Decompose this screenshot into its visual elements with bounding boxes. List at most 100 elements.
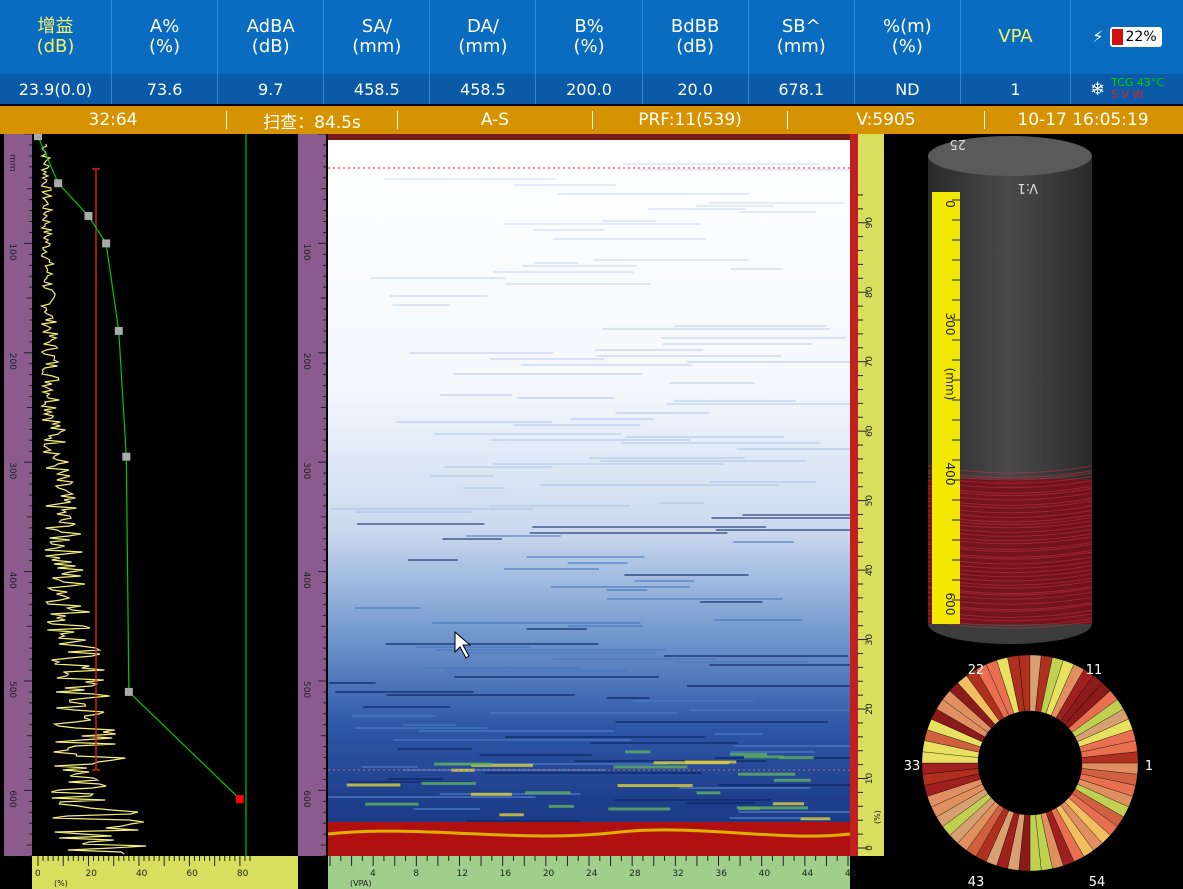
vpa-tick-label: 12 xyxy=(457,869,468,879)
ring-label-33: 33 xyxy=(904,759,921,774)
s-scan-streak xyxy=(673,661,808,663)
s-scan-echo xyxy=(653,761,730,765)
parameter-header: 增益 (dB) A% (%) AdBA (dB) SA/(mm) DA/(mm) B% (%) Bd… xyxy=(0,0,1183,74)
cylinder-view-label: V:1 xyxy=(1018,180,1038,195)
s-scan-echo xyxy=(524,791,571,795)
header-column-6[interactable]: BdBB (dB) xyxy=(643,0,749,74)
s-scan-streak xyxy=(413,808,481,810)
s-scan-streak xyxy=(594,349,704,351)
header-column-name: %(m) xyxy=(883,16,932,37)
tcg-point[interactable] xyxy=(122,452,131,461)
s-scan-streak xyxy=(633,700,754,702)
header-column-name: A% xyxy=(149,16,180,37)
s-scan-streak xyxy=(490,358,605,360)
s-scan-echo xyxy=(625,750,651,754)
s-scan-echo xyxy=(548,804,574,808)
ring-label-22: 22 xyxy=(968,663,985,678)
header-value-3: 458.5 xyxy=(324,74,431,104)
s-scan-streak xyxy=(329,508,534,510)
ring-hole xyxy=(978,711,1082,815)
snowflake-icon: ❄ xyxy=(1089,78,1106,100)
header-column-1[interactable]: A% (%) xyxy=(112,0,219,74)
s-scan-streak xyxy=(489,439,691,441)
header-column-0[interactable]: 增益 (dB) xyxy=(0,0,113,74)
vpa-unit-label: (VPA) xyxy=(350,879,372,888)
s-scan-echo xyxy=(730,752,768,756)
s-scan-streak xyxy=(593,259,749,261)
s-scan-streak xyxy=(730,268,783,270)
header-column-name: SA/ xyxy=(361,16,392,37)
s-scan-streak xyxy=(623,163,820,165)
pct-tick-label: 90 xyxy=(865,217,875,229)
header-column-4[interactable]: DA/(mm) xyxy=(430,0,537,74)
tcg-point[interactable] xyxy=(102,239,111,248)
cylinder-ruler-label: 400 xyxy=(943,463,957,486)
cylinder-ruler-label: 600 xyxy=(943,593,957,616)
tcg-point[interactable] xyxy=(235,795,244,804)
header-column-name: B% xyxy=(574,16,604,37)
depth-unit-label: mm xyxy=(7,154,17,172)
s-scan-streak xyxy=(526,628,587,630)
header-column-8[interactable]: %(m) (%) xyxy=(855,0,961,74)
s-scan-streak xyxy=(533,229,605,231)
s-scan-streak xyxy=(370,277,505,279)
pct-tick-label: 70 xyxy=(865,356,875,368)
header-column-unit: (%) xyxy=(891,36,923,57)
s-scan-echo xyxy=(696,791,721,795)
s-scan-streak xyxy=(733,745,850,747)
depth-tick-label: 300 xyxy=(7,462,17,479)
header-value-0: 23.9(0.0) xyxy=(0,74,113,104)
tcg-status: ❄ TCG 43°C S V W xyxy=(1071,74,1183,104)
s-scan-streak xyxy=(526,556,645,558)
pct-tick-label: 80 xyxy=(865,286,875,298)
tcg-point[interactable] xyxy=(114,326,123,335)
s-scan-streak xyxy=(521,364,692,366)
color-scale-bar xyxy=(850,134,858,856)
vpa-tick-label: 16 xyxy=(500,869,512,879)
pct-tick-label: 40 xyxy=(865,564,875,576)
header-value-9: 1 xyxy=(961,74,1071,104)
s-scan-streak xyxy=(422,667,580,669)
header-column-5[interactable]: B% (%) xyxy=(536,0,643,74)
s-scan-streak xyxy=(408,559,458,561)
s-scan-streak xyxy=(489,505,631,507)
tcg-point[interactable] xyxy=(34,134,42,141)
s-scan-streak xyxy=(505,736,705,738)
header-column-name: VPA xyxy=(998,26,1033,47)
cylinder-view: 25 V:1 0 300 (mm) 400 600 xyxy=(927,136,1093,644)
s-scan-streak xyxy=(689,709,850,711)
depth-tick-label: 300 xyxy=(301,462,311,479)
s-scan-echo xyxy=(800,817,831,821)
tcg-point[interactable] xyxy=(54,179,63,188)
display-area: 100200300400500600mm 100200300400500600 … xyxy=(4,134,1153,889)
s-scan-streak xyxy=(355,511,472,513)
s-scan-streak xyxy=(742,514,850,516)
s-scan-top-band xyxy=(328,134,850,140)
s-scan-streak xyxy=(444,670,628,672)
s-scan-streak xyxy=(467,652,656,654)
header-value-8: ND xyxy=(855,74,961,104)
header-value-6: 20.0 xyxy=(643,74,749,104)
tcg-point[interactable] xyxy=(84,212,93,221)
header-column-7[interactable]: SB^ (mm) xyxy=(749,0,855,74)
pct-tick-label: 10 xyxy=(865,773,875,785)
ring-label-11: 11 xyxy=(1086,663,1103,678)
header-column-2[interactable]: AdBA (dB) xyxy=(218,0,325,74)
s-scan-streak xyxy=(392,739,632,741)
header-column-3[interactable]: SA/(mm) xyxy=(324,0,431,74)
s-scan-echo xyxy=(617,784,693,788)
pct-unit-label: (%) xyxy=(873,810,882,824)
header-column-name: DA/ xyxy=(466,16,499,37)
s-scan-streak xyxy=(711,517,850,519)
status-bar: 32:64 扫查：84.5s A-S PRF:11(539) V:5905 10… xyxy=(0,106,1183,134)
s-scan-streak xyxy=(674,400,796,402)
s-scan-streak xyxy=(687,685,850,687)
s-scan-streak xyxy=(596,355,781,357)
tcg-point[interactable] xyxy=(124,687,133,696)
header-column-9[interactable]: VPA xyxy=(961,0,1071,74)
cylinder-top-label: 25 xyxy=(949,136,966,151)
depth-tick-label: 400 xyxy=(301,572,311,589)
header-column-unit: (mm) xyxy=(352,36,402,57)
battery-indicator: ⚡ 22% xyxy=(1071,0,1183,74)
s-scan-streak xyxy=(568,625,643,627)
